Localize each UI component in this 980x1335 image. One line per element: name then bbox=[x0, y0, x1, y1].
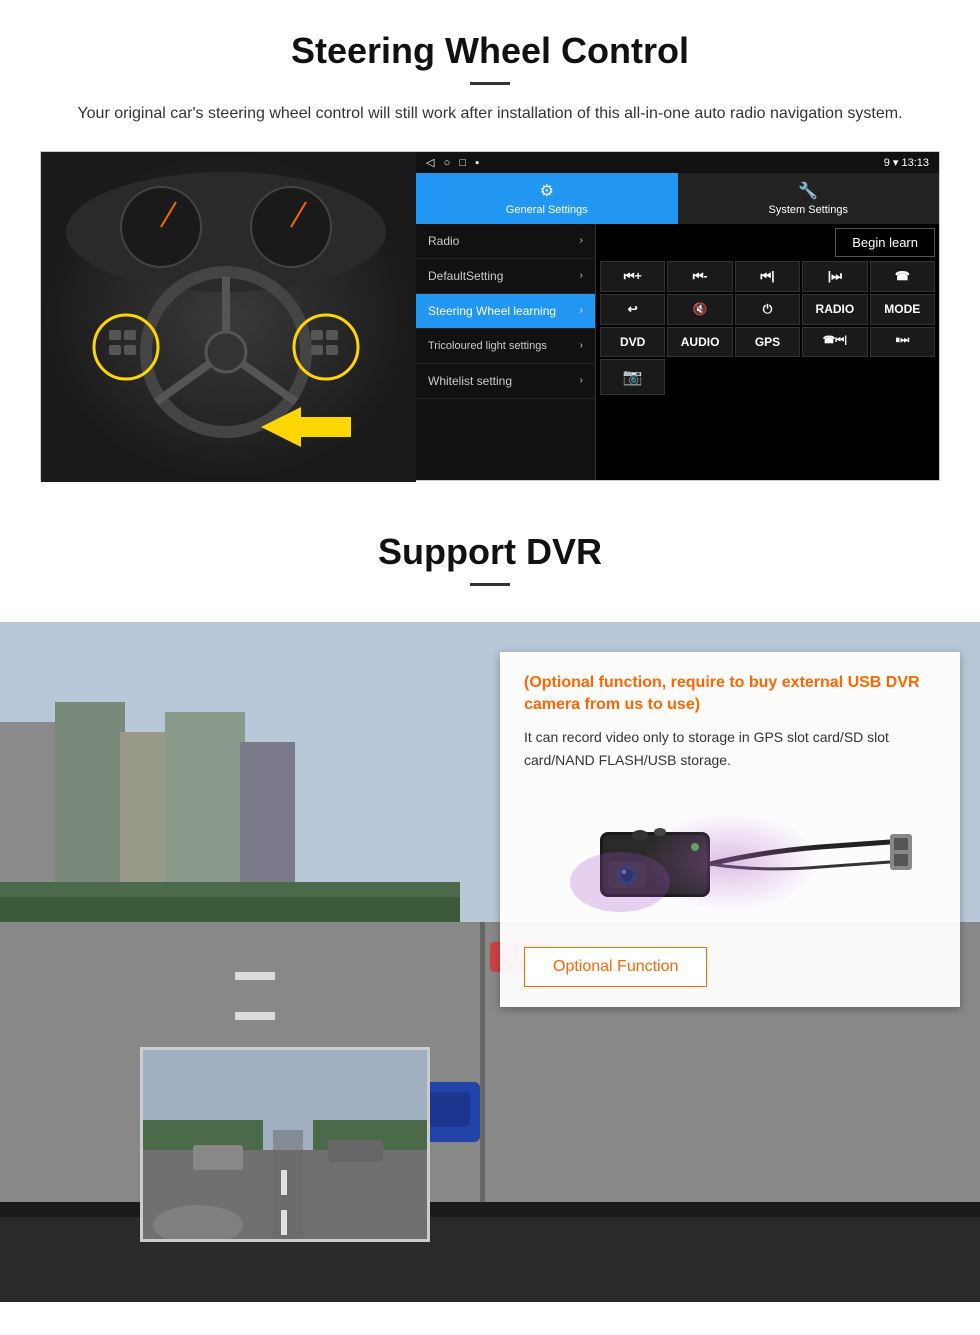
control-grid-row1: ⏮+ ⏮- ⏮| |⏭ ☎ bbox=[600, 261, 935, 292]
ctrl-media[interactable]: 📷 bbox=[600, 359, 665, 395]
chevron-icon: › bbox=[580, 339, 583, 352]
optional-function-row: Optional Function bbox=[524, 947, 936, 987]
ctrl-power[interactable]: ⏻ bbox=[735, 294, 800, 325]
menu-list: Radio › DefaultSetting › Steering Wheel … bbox=[416, 224, 596, 480]
ctrl-vol-down[interactable]: ⏮- bbox=[667, 261, 732, 292]
chevron-icon: › bbox=[580, 235, 583, 246]
optional-function-button[interactable]: Optional Function bbox=[524, 947, 707, 987]
menu-item-steering-wheel-learning[interactable]: Steering Wheel learning › bbox=[416, 294, 595, 329]
dvr-description: It can record video only to storage in G… bbox=[524, 726, 936, 771]
chevron-icon: › bbox=[580, 375, 583, 386]
dvr-camera-visual bbox=[524, 787, 936, 937]
menu-item-tricoloured[interactable]: Tricoloured light settings › bbox=[416, 329, 595, 364]
android-tabs: ⚙ General Settings 🔧 System Settings bbox=[416, 173, 939, 224]
ctrl-radio[interactable]: RADIO bbox=[802, 294, 867, 325]
ctrl-next-track[interactable]: |⏭ bbox=[802, 261, 867, 292]
begin-learn-button[interactable]: Begin learn bbox=[835, 228, 935, 257]
tab-general-label: General Settings bbox=[506, 204, 588, 216]
steering-demo-area: ◁ ○ □ ▪ 9 ▾ 13:13 ⚙ General Settings 🔧 S… bbox=[40, 151, 940, 481]
ctrl-phone-prev[interactable]: ☎⏮| bbox=[802, 327, 867, 357]
ctrl-back[interactable]: ↩ bbox=[600, 294, 665, 325]
steering-subtitle: Your original car's steering wheel contr… bbox=[60, 101, 920, 127]
dvr-title-divider bbox=[470, 583, 510, 586]
ctrl-prev-track[interactable]: ⏮| bbox=[735, 261, 800, 292]
dvr-dash-inner-svg bbox=[143, 1050, 430, 1242]
ctrl-pause-next[interactable]: ⏸⏭ bbox=[870, 327, 935, 357]
tab-system-label: System Settings bbox=[769, 204, 848, 216]
ctrl-vol-up[interactable]: ⏮+ bbox=[600, 261, 665, 292]
android-body: Radio › DefaultSetting › Steering Wheel … bbox=[416, 224, 939, 480]
ctrl-dvd[interactable]: DVD bbox=[600, 327, 665, 357]
ctrl-phone[interactable]: ☎ bbox=[870, 261, 935, 292]
dvr-section: Support DVR bbox=[0, 501, 980, 1302]
chevron-icon: › bbox=[580, 305, 583, 316]
tab-system-settings[interactable]: 🔧 System Settings bbox=[678, 173, 940, 224]
dvr-dashboard-thumbnail bbox=[140, 1047, 430, 1242]
dvr-info-card: (Optional function, require to buy exter… bbox=[500, 652, 960, 1008]
control-grid-row2: ↩ 🔇 ⏻ RADIO MODE bbox=[600, 294, 935, 325]
tab-general-settings[interactable]: ⚙ General Settings bbox=[416, 173, 678, 224]
menu-item-whitelist[interactable]: Whitelist setting › bbox=[416, 364, 595, 399]
nav-icons: ◁ ○ □ ▪ bbox=[426, 156, 479, 169]
settings-icon: 🔧 bbox=[798, 181, 818, 201]
android-status-bar: ◁ ○ □ ▪ 9 ▾ 13:13 bbox=[416, 152, 939, 173]
dvr-background-area: (Optional function, require to buy exter… bbox=[0, 622, 980, 1302]
dvr-title: Support DVR bbox=[40, 531, 940, 573]
android-ui-panel: ◁ ○ □ ▪ 9 ▾ 13:13 ⚙ General Settings 🔧 S… bbox=[416, 152, 939, 480]
ctrl-mode[interactable]: MODE bbox=[870, 294, 935, 325]
menu-item-defaultsetting[interactable]: DefaultSetting › bbox=[416, 259, 595, 294]
steering-wheel-image bbox=[41, 152, 416, 482]
begin-learn-row: Begin learn bbox=[600, 228, 935, 257]
dvr-camera-svg bbox=[540, 792, 920, 932]
steering-title: Steering Wheel Control bbox=[40, 30, 940, 72]
dvr-header: Support DVR bbox=[0, 501, 980, 622]
ctrl-gps[interactable]: GPS bbox=[735, 327, 800, 357]
gear-icon: ⚙ bbox=[540, 181, 554, 201]
ctrl-audio[interactable]: AUDIO bbox=[667, 327, 732, 357]
steering-wheel-section: Steering Wheel Control Your original car… bbox=[0, 0, 980, 501]
dvr-optional-title: (Optional function, require to buy exter… bbox=[524, 672, 936, 717]
status-time: 9 ▾ 13:13 bbox=[884, 156, 929, 169]
control-grid-row3: DVD AUDIO GPS ☎⏮| ⏸⏭ bbox=[600, 327, 935, 357]
title-divider bbox=[470, 82, 510, 85]
chevron-icon: › bbox=[580, 270, 583, 281]
ctrl-mute[interactable]: 🔇 bbox=[667, 294, 732, 325]
menu-item-radio[interactable]: Radio › bbox=[416, 224, 595, 259]
control-panel: Begin learn ⏮+ ⏮- ⏮| |⏭ ☎ ↩ 🔇 ⏻ bbox=[596, 224, 939, 480]
